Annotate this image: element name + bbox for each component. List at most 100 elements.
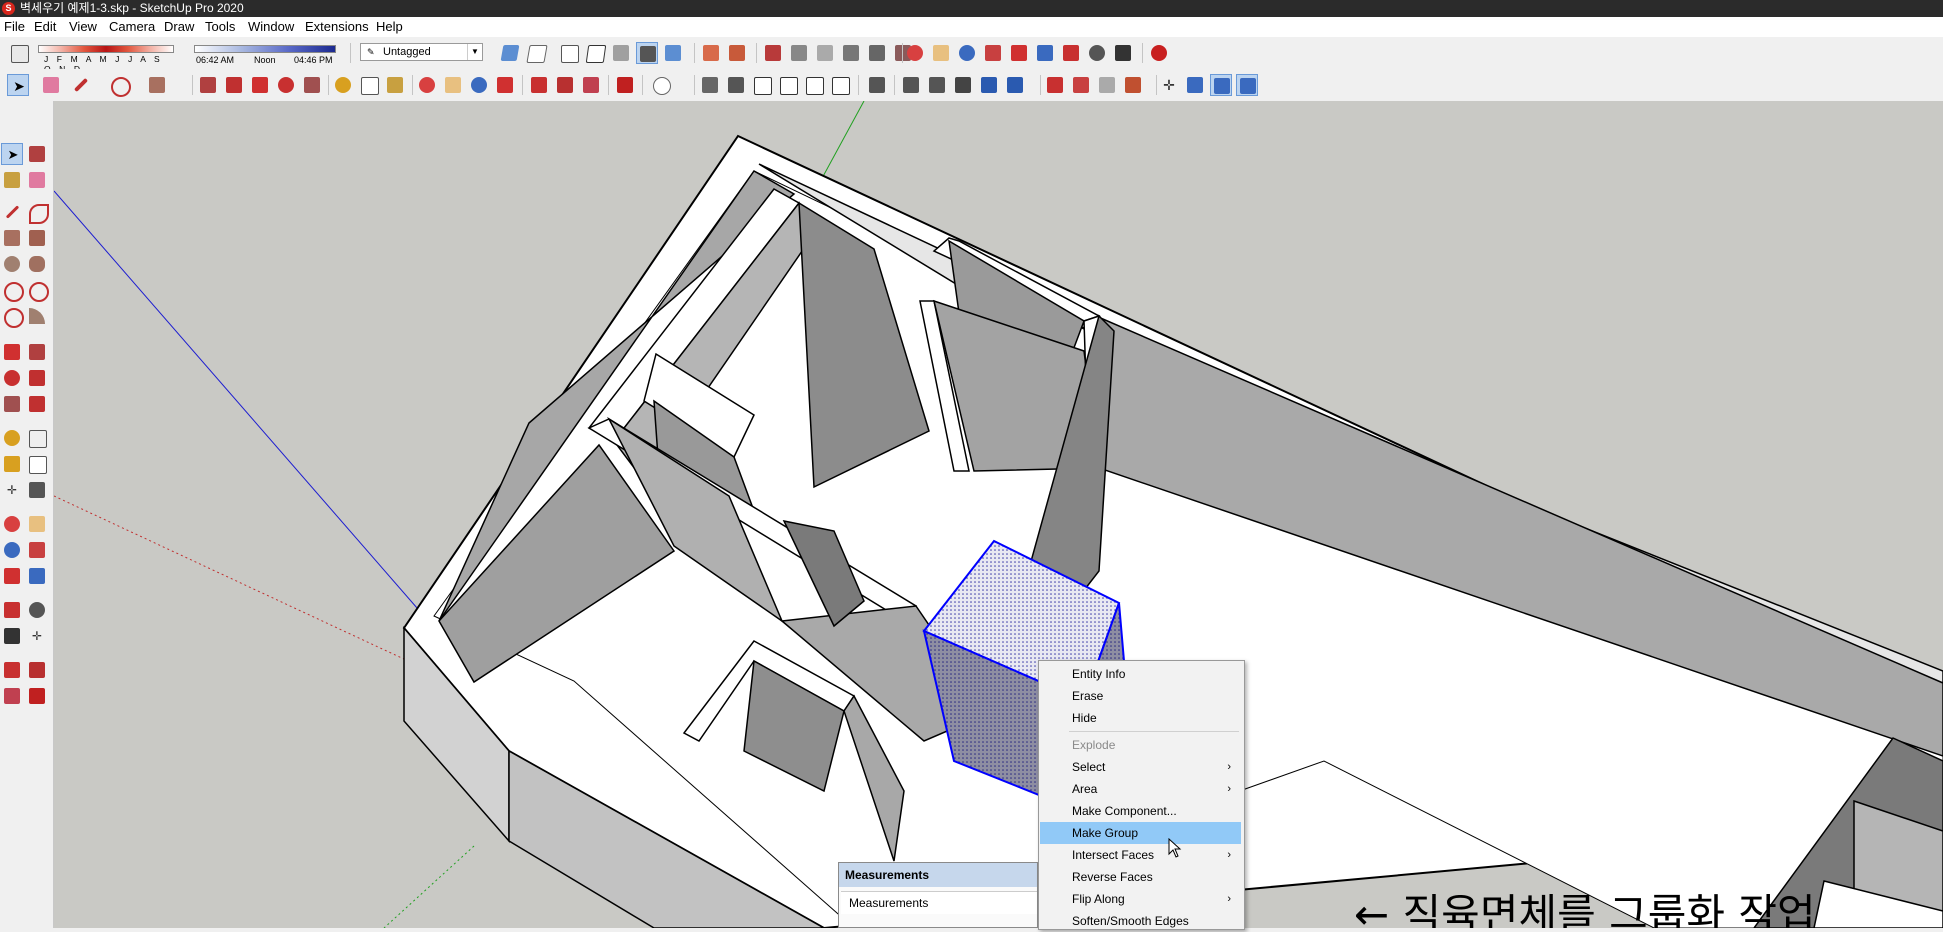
shadow-month-slider[interactable]: J F M A M J J A S O N D — [38, 45, 174, 74]
warehouse-tool-icon[interactable] — [1, 659, 23, 681]
move-icon[interactable] — [249, 74, 271, 96]
follow-me-icon[interactable] — [223, 74, 245, 96]
eraser-icon[interactable] — [40, 74, 62, 96]
monochrome-style-icon[interactable] — [662, 42, 684, 64]
iso-view-icon[interactable] — [762, 42, 784, 64]
eraser-shadow-icon[interactable] — [8, 42, 30, 64]
menu-item-soften-smooth-edges[interactable]: Soften/Smooth Edges — [1040, 910, 1241, 932]
three-point-arc-tool-icon[interactable] — [1, 305, 24, 328]
offset-tool-icon[interactable] — [26, 393, 48, 415]
zoom-window-icon[interactable] — [982, 42, 1004, 64]
menu-file[interactable]: File — [4, 17, 25, 37]
menu-item-intersect-faces[interactable]: Intersect Faces › — [1040, 844, 1241, 866]
eraser-tool-icon[interactable] — [26, 169, 48, 191]
axes-icon[interactable]: ✛ — [1158, 74, 1180, 96]
3d-warehouse-icon[interactable] — [528, 74, 550, 96]
push-pull-icon[interactable] — [197, 74, 219, 96]
zoom-tool-left-icon[interactable] — [1, 539, 23, 561]
move-tool-icon[interactable] — [1, 341, 23, 363]
axes-tool-icon[interactable]: ✛ — [1, 479, 23, 501]
menu-extensions[interactable]: Extensions — [305, 17, 369, 37]
shaded-style-icon[interactable] — [610, 42, 632, 64]
layout-send-icon[interactable] — [580, 74, 602, 96]
orbit-tool-left-icon[interactable] — [1, 513, 23, 535]
menu-item-select[interactable]: Select › — [1040, 756, 1241, 778]
look-around-tool-icon[interactable] — [26, 599, 48, 621]
menu-item-make-group[interactable]: Make Group — [1040, 822, 1241, 844]
polygon-tool-icon[interactable] — [26, 253, 48, 275]
menu-window[interactable]: Window — [248, 17, 294, 37]
section-cuts-icon[interactable] — [1210, 74, 1232, 96]
top-view-icon[interactable] — [788, 42, 810, 64]
ruby-tool-icon[interactable] — [26, 685, 48, 707]
ruby-console-icon[interactable] — [614, 74, 636, 96]
arc-tool-icon[interactable] — [1, 279, 24, 302]
rotated-rectangle-tool-icon[interactable] — [26, 227, 48, 249]
position-camera-tool-icon[interactable] — [1, 599, 23, 621]
zoom-extents-tool-icon[interactable] — [494, 74, 516, 96]
pie-tool-icon[interactable] — [26, 305, 48, 327]
arc-icon[interactable] — [108, 74, 131, 97]
shaded-with-textures-style-icon[interactable] — [636, 42, 658, 64]
previous-view-tool-left-icon[interactable] — [26, 565, 48, 587]
text-icon[interactable] — [358, 74, 380, 96]
rotate-icon[interactable] — [275, 74, 297, 96]
zoom-icon[interactable] — [956, 42, 978, 64]
protractor-tool-icon[interactable] — [1, 453, 23, 475]
menu-edit[interactable]: Edit — [34, 17, 56, 37]
menu-item-area[interactable]: Area › — [1040, 778, 1241, 800]
section-fill-toggle-icon[interactable] — [1236, 74, 1258, 96]
scale-icon[interactable] — [301, 74, 323, 96]
menu-item-hide[interactable]: Hide — [1040, 707, 1241, 729]
scale-tool-icon[interactable] — [1, 393, 23, 415]
back-view-icon[interactable] — [866, 42, 888, 64]
line-tool-icon[interactable] — [1, 201, 23, 223]
hidden-line-style-icon[interactable] — [584, 42, 607, 64]
account-icon[interactable] — [650, 74, 672, 96]
month-gradient-bar[interactable] — [38, 45, 174, 53]
tape-measure-tool-icon[interactable] — [1, 427, 23, 449]
wireframe-style-icon[interactable] — [558, 42, 580, 64]
freehand-tool-icon[interactable] — [26, 201, 49, 224]
text-tool-icon[interactable] — [26, 453, 48, 475]
group-icon[interactable] — [900, 74, 922, 96]
rotate-tool-icon[interactable] — [1, 367, 23, 389]
geo-location-icon[interactable] — [1148, 42, 1170, 64]
menu-view[interactable]: View — [69, 17, 97, 37]
follow-me-tool-icon[interactable] — [26, 367, 48, 389]
time-gradient-bar[interactable] — [194, 45, 336, 53]
right-view-icon[interactable] — [840, 42, 862, 64]
menu-help[interactable]: Help — [376, 17, 403, 37]
push-pull-tool-icon[interactable] — [26, 341, 48, 363]
rectangle-tool-icon[interactable] — [1, 227, 23, 249]
component-icon[interactable] — [866, 74, 888, 96]
dimension-tool-icon[interactable] — [26, 427, 48, 449]
layout-tool-icon[interactable] — [1, 685, 23, 707]
front-view-icon[interactable] — [814, 42, 836, 64]
zoom-window-tool-left-icon[interactable] — [26, 539, 48, 561]
menu-tools[interactable]: Tools — [205, 17, 235, 37]
orbit-icon[interactable] — [904, 42, 926, 64]
paint-tool-icon[interactable] — [1, 169, 23, 191]
zoom-extents-tool-left-icon[interactable] — [1, 565, 23, 587]
select-tool-icon[interactable]: ➤ — [1, 143, 23, 165]
select-arrow-icon[interactable]: ➤ — [7, 74, 29, 96]
smoove-icon[interactable] — [1096, 74, 1118, 96]
house-icon[interactable] — [751, 74, 773, 96]
solid-trim-icon[interactable] — [978, 74, 1000, 96]
section-plane-tool-icon[interactable]: ✛ — [26, 625, 48, 647]
walk-icon[interactable] — [1112, 42, 1134, 64]
extension-warehouse-tool-icon[interactable] — [26, 659, 48, 681]
circle-tool-icon[interactable] — [1, 253, 23, 275]
pan-tool-left-icon[interactable] — [26, 513, 48, 535]
tape-measure-icon[interactable] — [332, 74, 354, 96]
section-fill-icon[interactable] — [726, 42, 748, 64]
solid-subtract-icon[interactable] — [952, 74, 974, 96]
look-around-icon[interactable] — [1086, 42, 1108, 64]
3d-text-tool-icon[interactable] — [26, 479, 48, 501]
paint-bucket-icon[interactable] — [384, 74, 406, 96]
zoom-tool-icon[interactable] — [468, 74, 490, 96]
model-canvas[interactable] — [54, 101, 1943, 928]
orbit-tool-icon[interactable] — [416, 74, 438, 96]
section-display-icon[interactable] — [1184, 74, 1206, 96]
